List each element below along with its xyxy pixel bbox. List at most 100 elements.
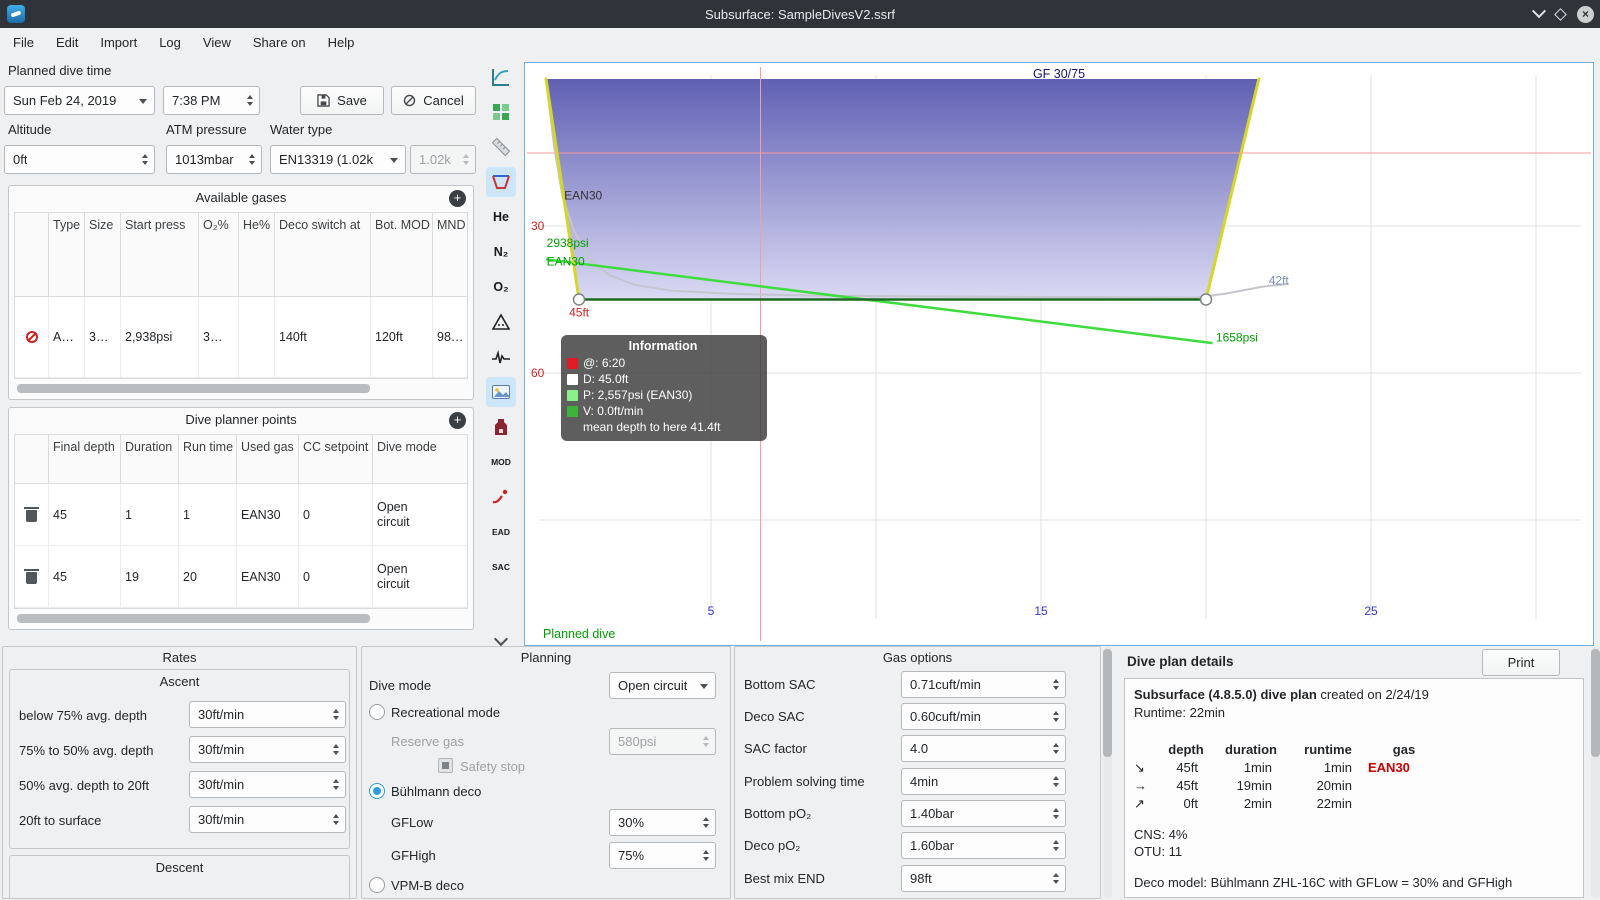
time-spinner[interactable]: 7:38 PM [163,86,260,115]
mod-toggle[interactable]: MOD [486,447,516,477]
table-cell[interactable]: 120ft [371,296,433,378]
ead-toggle[interactable]: EAD [486,517,516,547]
remove-gas-icon[interactable] [15,296,49,378]
col-final-depth[interactable]: Final depth [49,435,121,485]
menu-log[interactable]: Log [148,28,192,58]
add-gas-button[interactable]: + [449,190,466,207]
option-spinner[interactable]: 0.71cuft/min [901,671,1066,698]
col-deco-switch[interactable]: Deco switch at [275,213,371,297]
atm-pressure-spinner[interactable]: 1013mbar [166,145,262,174]
col-duration[interactable]: Duration [121,435,179,485]
table-cell[interactable]: 98… [433,296,467,378]
table-cell[interactable]: 20 [179,546,237,608]
photos-toggle-icon[interactable] [486,377,516,407]
col-he[interactable]: He% [239,213,275,297]
sac-toggle[interactable]: SAC [486,552,516,582]
table-cell[interactable] [239,296,275,378]
rate-spinner[interactable]: 30ft/min [189,771,346,798]
rate-spinner[interactable]: 30ft/min [189,736,346,763]
vpmb-radio[interactable] [369,877,385,893]
oxygen-toggle[interactable]: O₂ [486,272,516,302]
delete-point-icon[interactable] [15,484,49,547]
table-cell[interactable]: 19 [121,546,179,608]
profile-tooltip: Information @: 6:20 D: 45.0ft P: 2,557ps… [561,335,767,441]
details-vscrollbar[interactable] [1591,647,1600,898]
option-spinner[interactable]: 1.40bar [901,800,1066,827]
table-cell[interactable]: 0 [299,546,373,608]
save-button[interactable]: Save [300,86,384,115]
grid-icon[interactable] [486,97,516,127]
option-spinner[interactable]: 1.60bar [901,832,1066,859]
points-hscrollbar[interactable] [15,614,467,623]
altitude-spinner[interactable]: 0ft [4,145,155,174]
col-cc-setpoint[interactable]: CC setpoint [299,435,373,485]
col-o2[interactable]: O₂% [199,213,239,297]
col-bot-mod[interactable]: Bot. MOD [371,213,433,297]
recreational-radio[interactable] [369,704,385,720]
table-cell[interactable]: A… [49,296,85,378]
menu-view[interactable]: View [192,28,242,58]
table-cell[interactable]: 3… [85,296,121,378]
option-spinner[interactable]: 98ft [901,865,1066,892]
rate-spinner[interactable]: 30ft/min [189,701,346,728]
menu-help[interactable]: Help [317,28,366,58]
col-mnd[interactable]: MND [433,213,467,297]
table-cell[interactable]: 3… [199,296,239,378]
heartrate-toggle-icon[interactable] [486,342,516,372]
water-type-combobox[interactable]: EN13319 (1.02k [270,145,406,174]
bottom-vscrollbar[interactable] [1103,647,1112,898]
gflow-spinner[interactable]: 30% [609,809,716,836]
table-cell[interactable]: EAN30 [237,484,299,547]
menu-edit[interactable]: Edit [45,28,89,58]
option-spinner[interactable]: 4.0 [901,735,1066,762]
menu-import[interactable]: Import [89,28,148,58]
buhlmann-label[interactable]: Bühlmann deco [391,784,481,799]
minimize-icon[interactable] [1531,4,1547,19]
col-run-time[interactable]: Run time [179,435,237,485]
add-point-button[interactable]: + [449,412,466,429]
recreational-label[interactable]: Recreational mode [391,705,500,720]
nitrogen-toggle[interactable]: N₂ [486,237,516,267]
delete-point-icon[interactable] [15,546,49,608]
table-cell[interactable]: 2,938psi [121,296,199,378]
cancel-button[interactable]: Cancel [391,86,476,115]
diver-icon[interactable] [486,482,516,512]
gases-hscrollbar[interactable] [15,384,467,393]
col-start-press[interactable]: Start press [121,213,199,297]
table-cell[interactable]: EAN30 [237,546,299,608]
option-spinner[interactable]: 0.60cuft/min [901,703,1066,730]
option-spinner[interactable]: 4min [901,768,1066,795]
helium-toggle[interactable]: He [486,202,516,232]
rate-spinner[interactable]: 30ft/min [189,806,346,833]
menu-file[interactable]: File [2,28,45,58]
ceiling-toggle-icon[interactable] [486,307,516,337]
table-cell[interactable]: 1 [179,484,237,547]
table-cell[interactable]: 0 [299,484,373,547]
table-cell[interactable]: 45 [49,484,121,547]
table-cell[interactable]: Open circuit [373,546,467,608]
close-icon[interactable]: × [1577,5,1594,23]
table-cell[interactable]: Open circuit [373,484,467,547]
toolbar-scroll-down-icon[interactable] [493,631,509,647]
print-button[interactable]: Print [1482,649,1560,676]
table-cell[interactable]: 140ft [275,296,371,378]
gfhigh-label: GFHigh [391,848,436,863]
col-used-gas[interactable]: Used gas [237,435,299,485]
table-cell[interactable]: 45 [49,546,121,608]
buhlmann-radio[interactable] [369,783,385,799]
dive-mode-combobox[interactable]: Open circuit [609,672,716,699]
menu-share-on[interactable]: Share on [242,28,317,58]
date-combobox[interactable]: Sun Feb 24, 2019 [4,86,155,115]
col-size[interactable]: Size [85,213,121,297]
zoom-graph-icon[interactable] [486,62,516,92]
maximize-icon[interactable] [1554,7,1567,21]
col-type[interactable]: Type [49,213,85,297]
col-dive-mode[interactable]: Dive mode [373,435,467,485]
ruler-icon[interactable] [486,132,516,162]
gfhigh-spinner[interactable]: 75% [609,842,716,869]
dive-profile-chart[interactable]: EAN30 2938psi EAN30 45ft 1658psi 42ft 30 60 5 15 2… [524,62,1594,646]
profile-settings-icon[interactable] [486,167,516,197]
vpmb-label[interactable]: VPM-B deco [391,878,464,893]
table-cell[interactable]: 1 [121,484,179,547]
ink-icon[interactable] [486,412,516,442]
